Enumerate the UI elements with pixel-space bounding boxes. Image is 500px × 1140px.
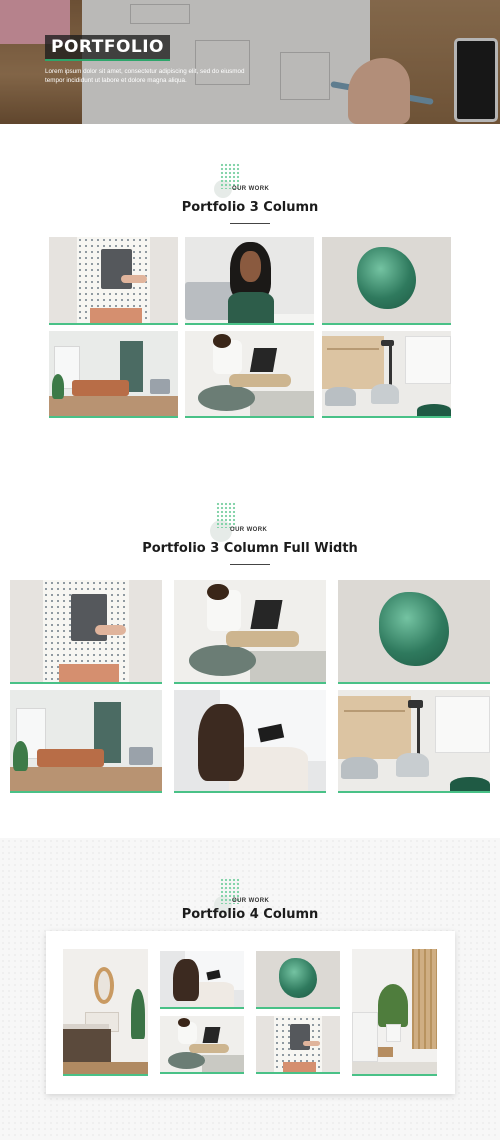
section-title-underline [230,564,270,565]
portfolio-item-phone-girl[interactable] [160,951,244,1009]
section-title-underline [230,223,270,224]
section-eyebrow: OUR WORK [232,186,270,192]
portfolio-item-paper-ball[interactable] [338,580,490,684]
hero-description: Lorem ipsum dolor sit amet, consectetur … [45,68,245,84]
portfolio-item-laptop-girl[interactable] [185,331,314,418]
portfolio-item-bedroom[interactable] [63,949,148,1076]
page-title: PORTFOLIO [45,35,171,61]
portfolio-item-paper-ball[interactable] [322,237,451,325]
portfolio-item-living-room[interactable] [10,690,162,793]
portfolio-item-laptop-girl[interactable] [160,1016,244,1074]
portfolio-item-phone-girl[interactable] [174,690,326,793]
portfolio-item-office[interactable] [338,690,490,793]
hero-overlay [0,0,500,124]
portfolio-item-office[interactable] [322,331,451,418]
section-eyebrow: OUR WORK [230,527,268,533]
portfolio-item-smiling-woman[interactable] [185,237,314,325]
section-title: Portfolio 3 Column Full Width [142,541,358,556]
hero-banner: PORTFOLIO Lorem ipsum dolor sit amet, co… [0,0,500,124]
portfolio-item-paper-ball[interactable] [256,951,340,1009]
portfolio-item-plant-interior[interactable] [352,949,437,1076]
section-title: Portfolio 3 Column [181,200,319,215]
portfolio-item-notebook[interactable] [256,1016,340,1074]
portfolio-item-notebook[interactable] [49,237,178,325]
section-title: Portfolio 4 Column [181,907,319,922]
portfolio-item-living-room[interactable] [49,331,178,418]
portfolio-item-notebook[interactable] [10,580,162,684]
heading-decor-dots [216,502,236,528]
portfolio-item-laptop-girl[interactable] [174,580,326,684]
section-eyebrow: OUR WORK [232,898,270,904]
